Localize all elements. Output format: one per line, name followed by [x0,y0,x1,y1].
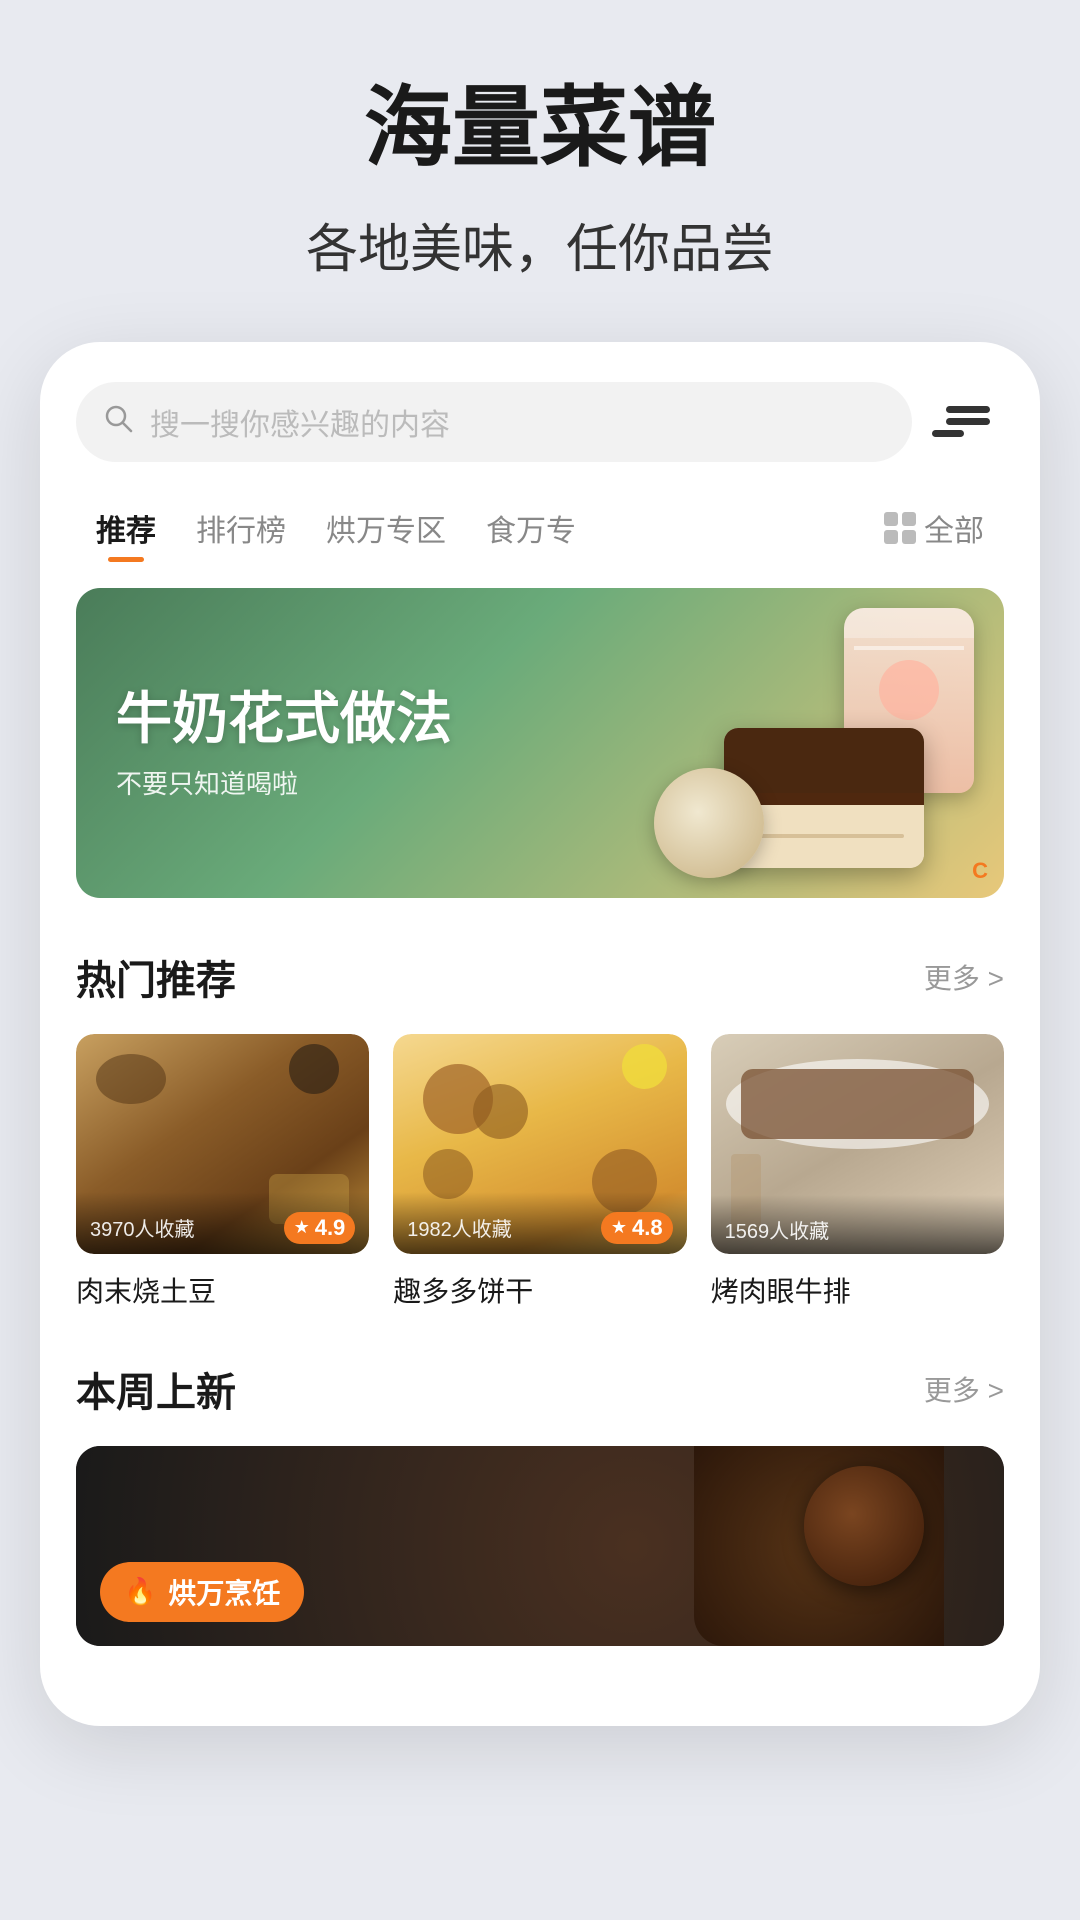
recipe-star-2: ★ 4.8 [601,1212,673,1244]
week-section: 本周上新 更多 > 🔥 烘万烹饪 [76,1360,1004,1646]
sub-title: 各地美味，任你品尝 [40,207,1040,282]
week-section-more[interactable]: 更多 > [924,1369,1004,1409]
main-banner[interactable]: 牛奶花式做法 不要只知道喝啦 C [76,588,1004,898]
week-section-title: 本周上新 [76,1360,236,1418]
menu-bar-mid [946,418,990,425]
recipe-score-2: 4.8 [632,1215,663,1241]
week-banner[interactable]: 🔥 烘万烹饪 [76,1446,1004,1646]
search-input-wrap[interactable]: 搜一搜你感兴趣的内容 [76,382,912,462]
menu-bar-bot [932,430,964,437]
star-icon-1: ★ [294,1217,310,1238]
search-icon [104,404,134,439]
week-food-circle [804,1466,924,1586]
fire-icon: 🔥 [124,1576,156,1607]
search-bar: 搜一搜你感兴趣的内容 [76,382,1004,462]
recipe-name-3: 烤肉眼牛排 [711,1270,1004,1310]
star-icon-2: ★ [611,1217,627,1238]
recipe-row: 3970人收藏 ★ 4.9 肉末烧土豆 [76,1034,1004,1310]
banner-subtitle: 不要只知道喝啦 [116,764,298,801]
recipe-count-2: 1982人收藏 [407,1213,512,1242]
hot-section-header: 热门推荐 更多 > [76,948,1004,1006]
menu-bar-top [946,406,990,413]
recipe-thumb-steak: 1569人收藏 [711,1034,1004,1254]
recipe-badge-potato: 3970人收藏 ★ 4.9 [76,1192,369,1254]
grid-icon [884,512,916,544]
recipe-score-1: 4.9 [315,1215,346,1241]
week-section-header: 本周上新 更多 > [76,1360,1004,1418]
soup-decoration [654,768,764,878]
recipe-name-2: 趣多多饼干 [393,1270,686,1310]
tabs: 推荐 排行榜 烘万专区 食万专 全部 [76,498,1004,558]
tab-food[interactable]: 食万专 [466,498,596,558]
banner-visual [447,588,1004,898]
tab-recommended[interactable]: 推荐 [76,498,176,558]
recipe-thumb-potato: 3970人收藏 ★ 4.9 [76,1034,369,1254]
recipe-name-1: 肉末烧土豆 [76,1270,369,1310]
banner-logo: C [972,858,988,884]
recipe-card-steak[interactable]: 1569人收藏 烤肉眼牛排 [711,1034,1004,1310]
recipe-badge-steak: 1569人收藏 [711,1195,1004,1254]
recipe-card-potato[interactable]: 3970人收藏 ★ 4.9 肉末烧土豆 [76,1034,369,1310]
week-badge-text: 烘万烹饪 [168,1572,280,1612]
recipe-count-1: 3970人收藏 [90,1213,195,1242]
recipe-thumb-cookies: 1982人收藏 ★ 4.8 [393,1034,686,1254]
menu-icon[interactable] [932,386,1004,458]
hot-section-title: 热门推荐 [76,948,236,1006]
recipe-card-cookies[interactable]: 1982人收藏 ★ 4.8 趣多多饼干 [393,1034,686,1310]
tab-baking[interactable]: 烘万专区 [306,498,466,558]
search-placeholder: 搜一搜你感兴趣的内容 [150,400,450,444]
tab-ranking[interactable]: 排行榜 [176,498,306,558]
phone-card: 搜一搜你感兴趣的内容 推荐 排行榜 烘万专区 食万专 [40,342,1040,1726]
recipe-count-3: 1569人收藏 [725,1215,830,1244]
top-section: 海量菜谱 各地美味，任你品尝 [0,0,1080,342]
week-badge: 🔥 烘万烹饪 [100,1562,304,1622]
recipe-badge-cookies: 1982人收藏 ★ 4.8 [393,1192,686,1254]
hot-section-more[interactable]: 更多 > [924,957,1004,997]
main-title: 海量菜谱 [40,80,1040,177]
tab-active-indicator [108,557,144,562]
banner-title: 牛奶花式做法 [116,685,452,752]
tab-all[interactable]: 全部 [864,498,1004,558]
recipe-star-1: ★ 4.9 [284,1212,356,1244]
